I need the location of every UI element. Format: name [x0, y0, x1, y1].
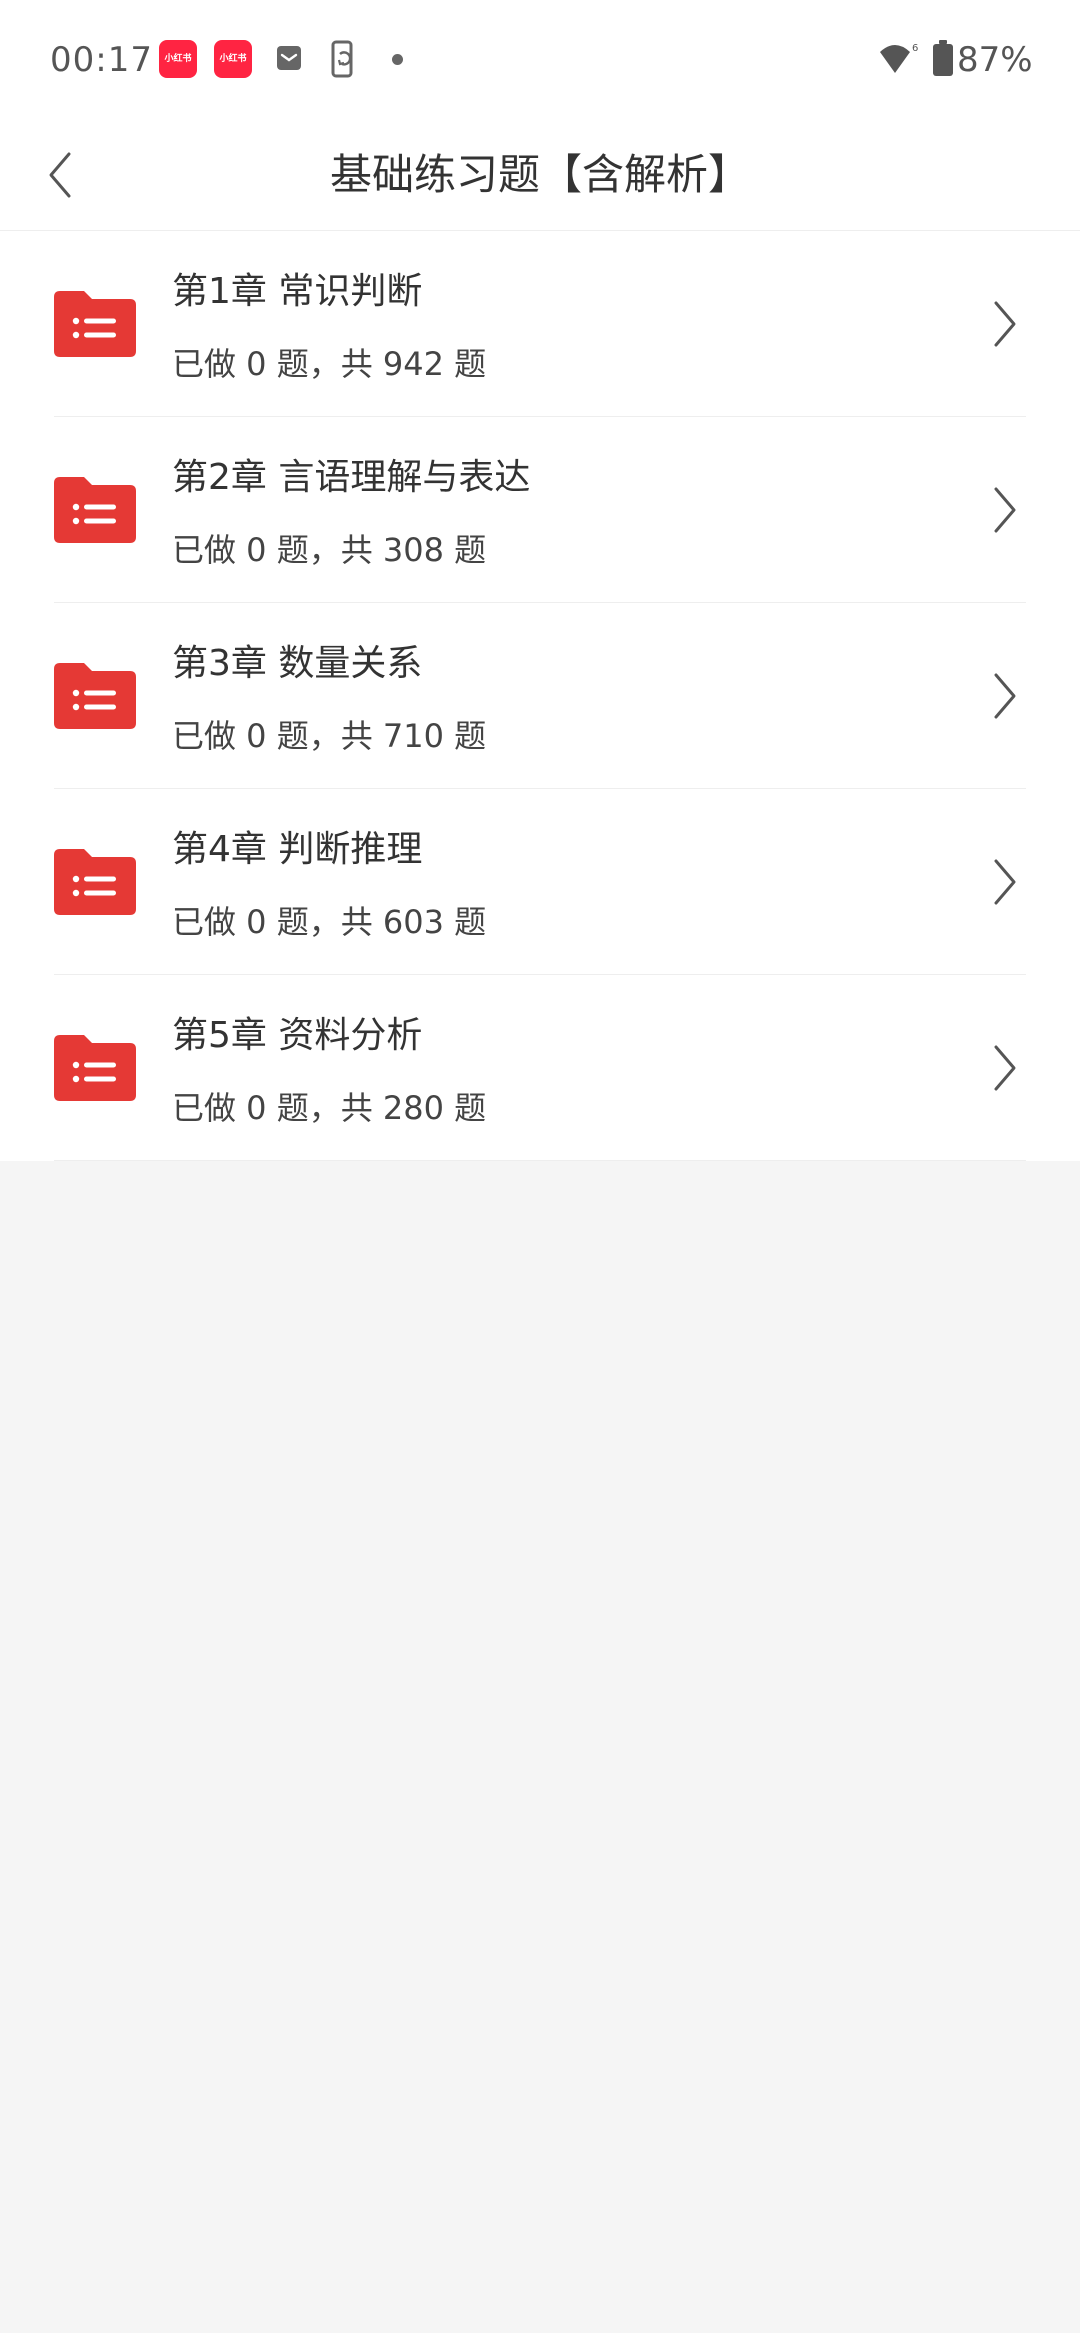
divider: [54, 1160, 1026, 1161]
battery-icon: [933, 40, 953, 76]
status-bar: 00:17 小红书 小红书 6 87%: [0, 0, 1080, 120]
dot-icon: [392, 54, 403, 65]
chevron-right-icon: [994, 859, 1016, 905]
chapter-item-2[interactable]: 第2章 言语理解与表达 已做 0 题，共 308 题: [0, 417, 1080, 603]
page-title: 基础练习题【含解析】: [329, 150, 750, 199]
wifi-icon: 6: [880, 43, 918, 73]
chapter-count: 已做 0 题，共 603 题: [172, 903, 487, 941]
chapter-count: 已做 0 题，共 942 题: [172, 345, 487, 383]
chevron-left-icon: [49, 152, 71, 198]
chapter-title: 第4章 判断推理: [172, 829, 423, 870]
folder-list-icon: [54, 849, 136, 915]
chapter-item-3[interactable]: 第3章 数量关系 已做 0 题，共 710 题: [0, 603, 1080, 789]
chapter-title: 第1章 常识判断: [172, 271, 423, 312]
chevron-right-icon: [994, 301, 1016, 347]
chapter-item-5[interactable]: 第5章 资料分析 已做 0 题，共 280 题: [0, 975, 1080, 1161]
chapter-count: 已做 0 题，共 308 题: [172, 531, 487, 569]
screen: 00:17 小红书 小红书 6 87% 基础练习题【含解析】 第1章 常识判断 …: [0, 0, 1080, 2333]
chapter-title: 第3章 数量关系: [172, 643, 423, 684]
chapter-list: 第1章 常识判断 已做 0 题，共 942 题 第2章 言语理解与表达 已做 0…: [0, 231, 1080, 1161]
mail-icon: [277, 46, 301, 70]
back-button[interactable]: [30, 142, 90, 208]
svg-text:6: 6: [912, 43, 918, 54]
chevron-right-icon: [994, 673, 1016, 719]
chapter-item-1[interactable]: 第1章 常识判断 已做 0 题，共 942 题: [0, 231, 1080, 417]
phone-sync-icon: [331, 40, 353, 78]
folder-list-icon: [54, 291, 136, 357]
chapter-title: 第5章 资料分析: [172, 1015, 423, 1056]
chapter-item-4[interactable]: 第4章 判断推理 已做 0 题，共 603 题: [0, 789, 1080, 975]
chapter-count: 已做 0 题，共 280 题: [172, 1089, 487, 1127]
app-header: 基础练习题【含解析】: [0, 120, 1080, 231]
xiaohongshu-icon: 小红书: [214, 40, 252, 78]
battery-level: 87%: [957, 40, 1033, 80]
chapter-count: 已做 0 题，共 710 题: [172, 717, 487, 755]
folder-list-icon: [54, 477, 136, 543]
xiaohongshu-icon: 小红书: [159, 40, 197, 78]
status-time: 00:17: [50, 40, 153, 80]
folder-list-icon: [54, 1035, 136, 1101]
chapter-title: 第2章 言语理解与表达: [172, 457, 531, 498]
chevron-right-icon: [994, 487, 1016, 533]
folder-list-icon: [54, 663, 136, 729]
chevron-right-icon: [994, 1045, 1016, 1091]
